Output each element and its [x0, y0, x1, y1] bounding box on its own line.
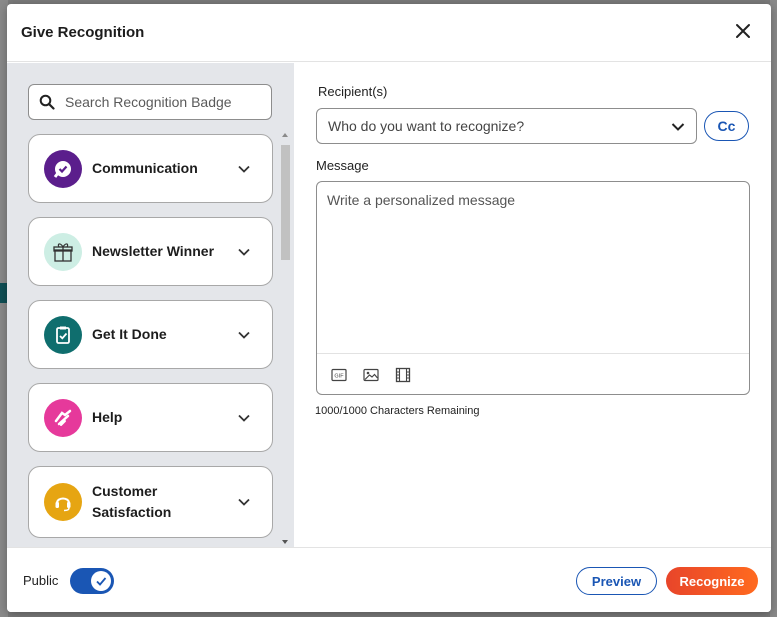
badge-search-input[interactable]: [65, 94, 265, 110]
gift-box-icon: [44, 232, 82, 271]
video-icon[interactable]: [395, 367, 411, 383]
badge-card-newsletter-winner[interactable]: Newsletter Winner: [28, 217, 273, 286]
public-label: Public: [23, 573, 59, 588]
chevron-down-icon: [238, 248, 250, 256]
background-right-edge: [770, 0, 777, 617]
preview-button[interactable]: Preview: [576, 567, 657, 595]
badge-label: Help: [92, 409, 123, 425]
scroll-down-arrow-icon[interactable]: [282, 540, 288, 544]
message-box: GIF: [316, 181, 750, 395]
headset-icon: [44, 483, 82, 521]
chevron-down-icon: [238, 331, 250, 339]
public-toggle[interactable]: [70, 568, 114, 594]
badge-search-box[interactable]: [28, 84, 272, 120]
message-textarea[interactable]: [317, 182, 749, 352]
badge-label: Customer Satisfaction: [92, 483, 172, 520]
message-toolbar: GIF: [317, 353, 749, 394]
background-accent-strip: [0, 283, 7, 303]
chevron-down-icon: [238, 414, 250, 422]
handshake-icon: [44, 398, 82, 437]
svg-text:GIF: GIF: [334, 374, 344, 380]
chevron-down-icon: [671, 123, 685, 131]
badge-card-help[interactable]: Help: [28, 383, 273, 452]
close-icon[interactable]: [733, 21, 753, 41]
image-icon[interactable]: [363, 367, 379, 383]
characters-remaining: 1000/1000 Characters Remaining: [315, 405, 480, 417]
badge-label: Newsletter Winner: [92, 243, 215, 259]
search-icon: [39, 94, 55, 110]
message-label: Message: [316, 158, 369, 173]
chevron-down-icon: [238, 498, 250, 506]
dialog-title: Give Recognition: [21, 24, 145, 41]
recognition-form: Recipient(s) Who do you want to recogniz…: [295, 63, 771, 547]
badge-panel: Communication Newsletter Winner Get It D…: [7, 63, 294, 547]
recognize-button[interactable]: Recognize: [666, 567, 758, 595]
dialog-header: Give Recognition: [7, 4, 771, 62]
toggle-knob: [91, 571, 111, 591]
badge-list-scrollbar[interactable]: [279, 129, 291, 547]
scroll-thumb[interactable]: [281, 145, 290, 260]
cc-button[interactable]: Cc: [704, 111, 749, 141]
chevron-down-icon: [238, 165, 250, 173]
recipient-select[interactable]: Who do you want to recognize?: [316, 108, 697, 144]
check-icon: [96, 577, 107, 586]
badge-label: Get It Done: [92, 326, 167, 342]
clipboard-check-icon: [44, 315, 82, 354]
badge-card-get-it-done[interactable]: Get It Done: [28, 300, 273, 369]
badge-card-customer-satisfaction[interactable]: Customer Satisfaction: [28, 466, 273, 538]
recipients-label: Recipient(s): [318, 84, 388, 99]
badge-label: Communication: [92, 160, 198, 176]
dialog-footer: Public Preview Recognize: [7, 547, 771, 612]
chat-check-icon: [44, 149, 82, 188]
gif-icon[interactable]: GIF: [331, 367, 347, 383]
recipient-placeholder: Who do you want to recognize?: [328, 118, 525, 134]
badge-card-communication[interactable]: Communication: [28, 134, 273, 203]
give-recognition-dialog: Give Recognition Communication: [7, 4, 771, 612]
scroll-up-arrow-icon[interactable]: [282, 133, 288, 137]
